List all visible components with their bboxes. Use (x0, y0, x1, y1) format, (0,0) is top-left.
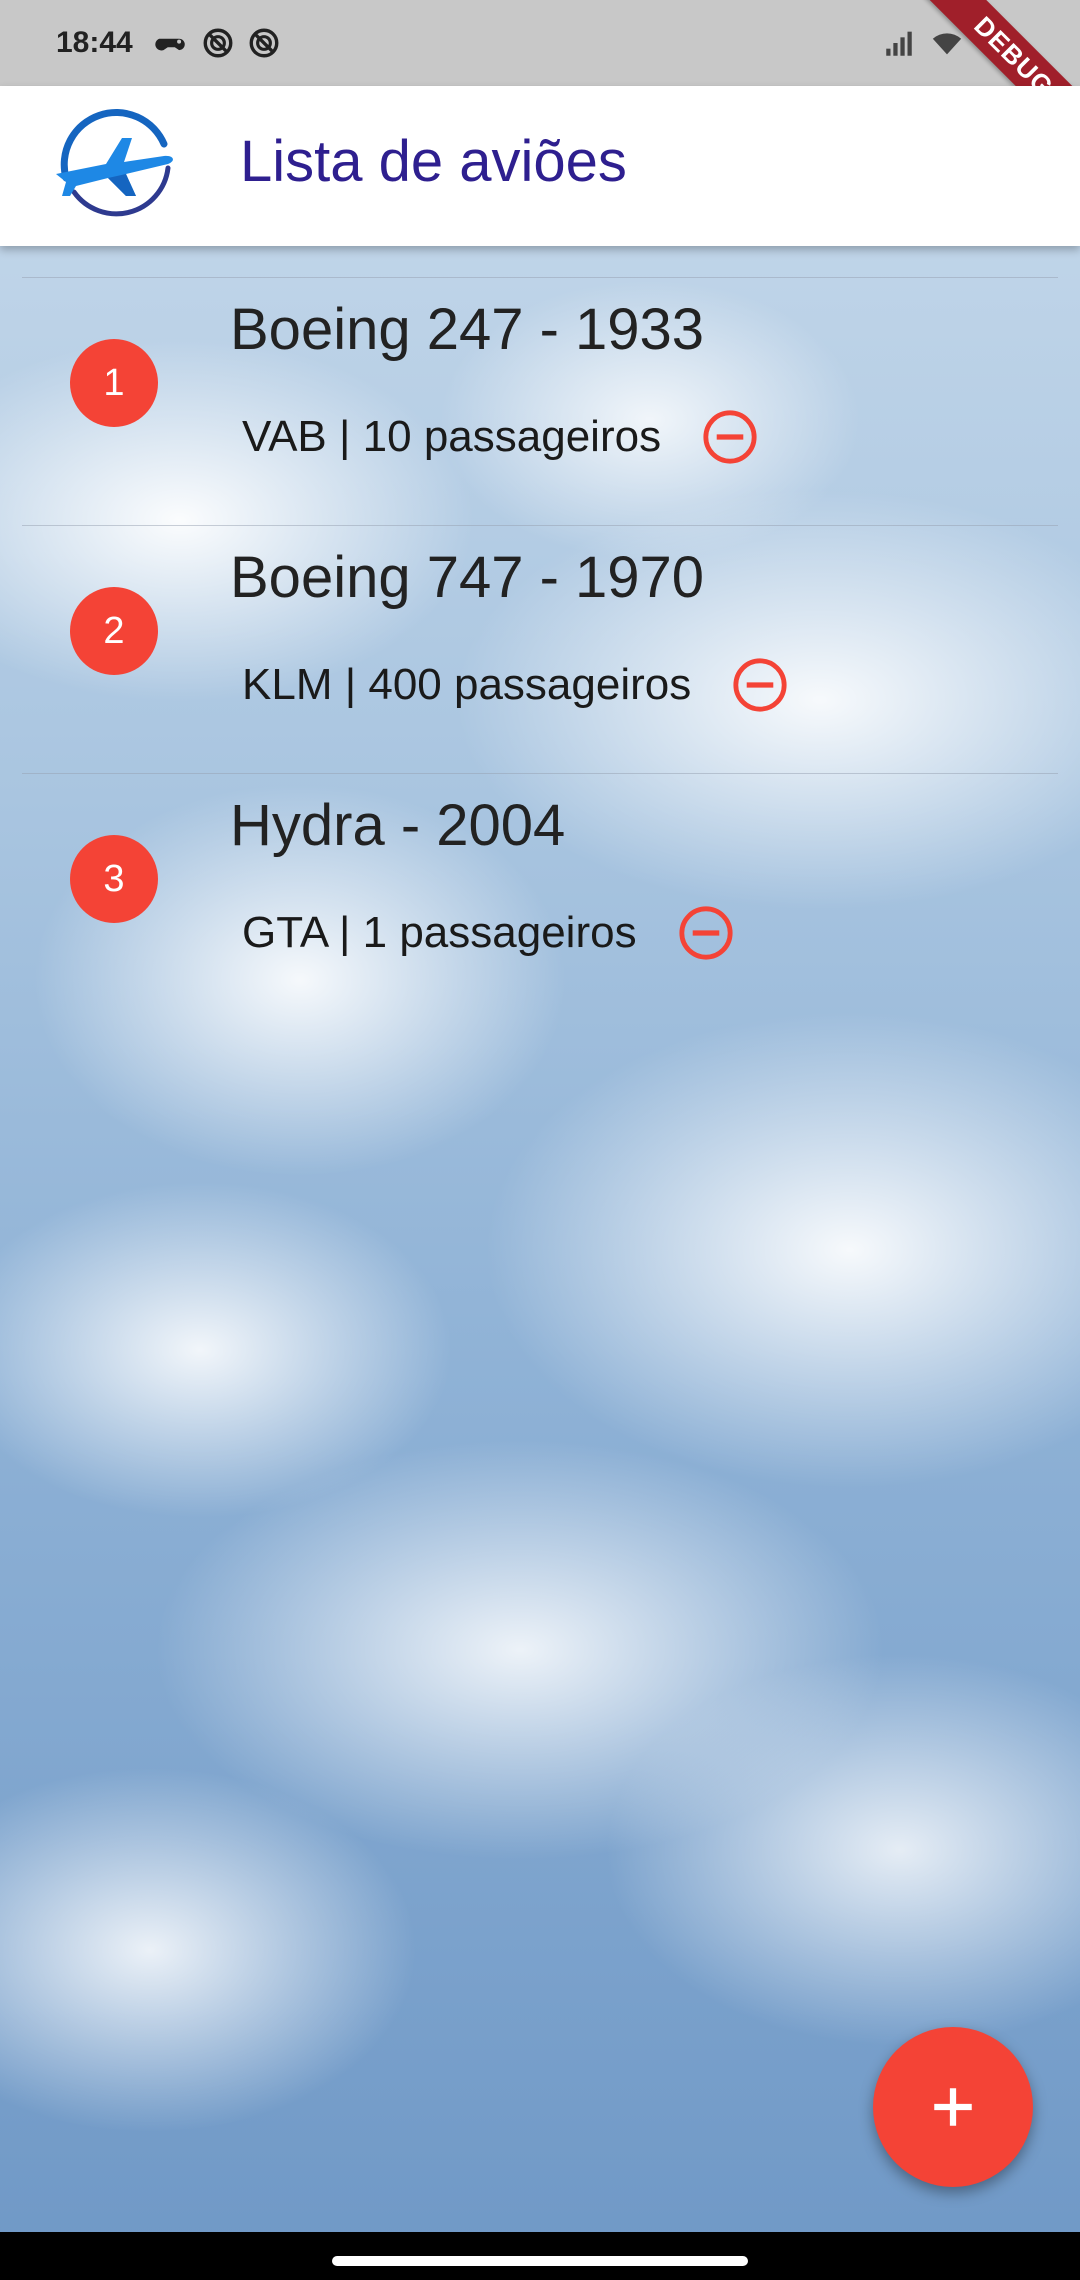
wifi-icon (932, 33, 962, 55)
screen: 18:44 DEBUG Lista de aviões 1 Boeing 247… (0, 0, 1080, 2280)
index-badge: 3 (70, 835, 158, 923)
no-disturb-icon (249, 28, 279, 58)
airplane-logo-icon (56, 109, 173, 217)
add-plane-button[interactable] (873, 2027, 1033, 2187)
plane-title: Boeing 747 - 1970 (230, 545, 705, 610)
index-badge: 2 (70, 587, 158, 675)
status-notification-icons (155, 26, 281, 60)
plane-subtitle: GTA | 1 passageiros (242, 908, 637, 957)
remove-circle-icon[interactable] (731, 656, 789, 714)
plane-subtitle: KLM | 400 passageiros (242, 660, 692, 709)
status-left: 18:44 (56, 26, 281, 60)
status-time: 18:44 (56, 26, 133, 59)
remove-circle-icon[interactable] (677, 904, 735, 962)
game-controller-icon (155, 38, 185, 51)
page-title: Lista de aviões (240, 129, 627, 194)
status-bar: 18:44 (0, 0, 1080, 86)
list-item[interactable]: 2 Boeing 747 - 1970 KLM | 400 passageiro… (22, 525, 1058, 773)
plane-title: Boeing 247 - 1933 (230, 297, 705, 362)
home-gesture-handle[interactable] (332, 2256, 748, 2266)
plus-icon (934, 2088, 972, 2126)
plane-subtitle: VAB | 10 passageiros (242, 412, 662, 461)
navigation-bar (0, 2232, 1080, 2280)
plane-subtitle-row: KLM | 400 passageiros (242, 656, 789, 714)
no-disturb-icon (203, 28, 233, 58)
plane-title: Hydra - 2004 (230, 793, 566, 858)
list-item[interactable]: 3 Hydra - 2004 GTA | 1 passageiros (22, 773, 1058, 1021)
remove-circle-icon[interactable] (701, 408, 759, 466)
list-item[interactable]: 1 Boeing 247 - 1933 VAB | 10 passageiros (22, 277, 1058, 525)
plane-subtitle-row: GTA | 1 passageiros (242, 904, 735, 962)
signal-icon (886, 31, 912, 56)
plane-subtitle-row: VAB | 10 passageiros (242, 408, 759, 466)
index-badge: 1 (70, 339, 158, 427)
app-bar: Lista de aviões (0, 86, 1080, 246)
